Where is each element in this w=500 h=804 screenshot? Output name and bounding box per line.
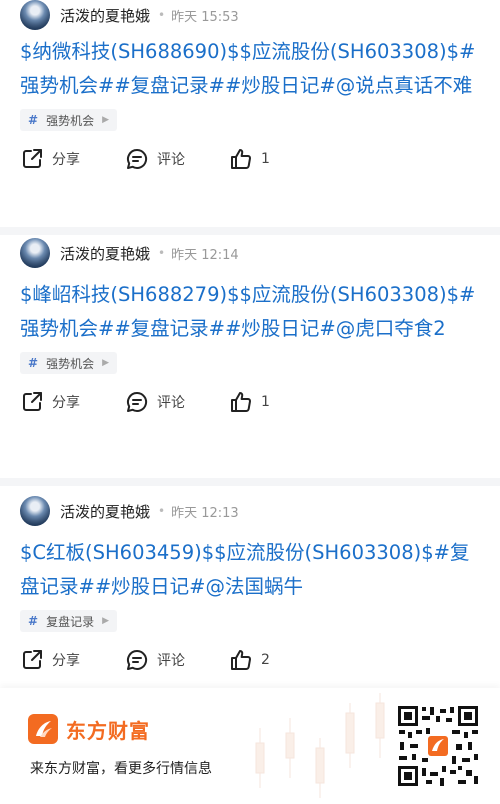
share-button[interactable]: 分享 <box>20 648 125 672</box>
comment-icon <box>127 649 148 670</box>
topic-tag[interactable]: # 复盘记录 ▶ <box>20 610 117 632</box>
candlestick-decoration <box>255 693 385 798</box>
tag-label: 强势机会 <box>46 356 95 371</box>
avatar[interactable] <box>20 496 50 526</box>
separator-dot: • <box>158 246 166 260</box>
post-actions: 分享 评论 1 <box>0 385 500 419</box>
post-actions: 分享 评论 2 <box>0 643 500 677</box>
tag-hash-icon: # <box>28 356 39 370</box>
qr-code[interactable] <box>396 704 480 788</box>
tag-arrow-icon: ▶ <box>102 358 109 368</box>
avatar[interactable] <box>20 238 50 268</box>
like-button[interactable]: 1 <box>229 390 270 414</box>
brand-logo-icon <box>28 714 58 744</box>
share-label: 分享 <box>52 653 80 669</box>
share-icon <box>23 149 42 168</box>
comment-label: 评论 <box>157 653 185 669</box>
like-icon <box>231 149 251 170</box>
like-icon <box>231 392 251 413</box>
comment-button[interactable]: 评论 <box>125 390 229 414</box>
post-content[interactable]: $纳微科技(SH688690)$$应流股份(SH603308)$#强势机会##复… <box>0 35 500 103</box>
post-header: 活泼的夏艳娥 • 昨天 12:13 <box>0 496 500 526</box>
like-count: 1 <box>261 394 270 410</box>
tag-arrow-icon: ▶ <box>102 616 109 626</box>
share-button[interactable]: 分享 <box>20 390 125 414</box>
tag-arrow-icon: ▶ <box>102 115 109 125</box>
app-promo-banner[interactable]: 东方财富 来东方财富，看更多行情信息 <box>0 688 500 804</box>
post-content[interactable]: $C红板(SH603459)$$应流股份(SH603308)$#复盘记录##炒股… <box>0 536 500 604</box>
separator-dot: • <box>158 504 166 518</box>
separator-dot: • <box>158 8 166 22</box>
tag-label: 强势机会 <box>46 113 95 128</box>
share-label: 分享 <box>52 152 80 168</box>
tag-hash-icon: # <box>28 113 39 127</box>
tag-label: 复盘记录 <box>46 614 95 629</box>
post-card[interactable]: 活泼的夏艳娥 • 昨天 15:53 $纳微科技(SH688690)$$应流股份(… <box>0 0 500 227</box>
topic-tag[interactable]: # 强势机会 ▶ <box>20 352 117 374</box>
like-count: 1 <box>261 151 270 167</box>
comment-label: 评论 <box>157 395 185 411</box>
post-card[interactable]: 活泼的夏艳娥 • 昨天 12:13 $C红板(SH603459)$$应流股份(S… <box>0 478 500 706</box>
share-icon <box>23 650 42 669</box>
comment-button[interactable]: 评论 <box>125 147 229 171</box>
comment-label: 评论 <box>157 152 185 168</box>
share-button[interactable]: 分享 <box>20 147 125 171</box>
like-button[interactable]: 2 <box>229 648 270 672</box>
post-header: 活泼的夏艳娥 • 昨天 12:14 <box>0 238 500 268</box>
post-content[interactable]: $峰岹科技(SH688279)$$应流股份(SH603308)$#强势机会##复… <box>0 278 500 346</box>
author-name[interactable]: 活泼的夏艳娥 <box>60 243 150 264</box>
post-time: 昨天 12:14 <box>171 247 239 263</box>
post-card[interactable]: 活泼的夏艳娥 • 昨天 12:14 $峰岹科技(SH688279)$$应流股份(… <box>0 227 500 478</box>
like-icon <box>231 650 251 671</box>
promo-slogan: 来东方财富，看更多行情信息 <box>30 761 212 777</box>
share-icon <box>23 392 42 411</box>
brand-name: 东方财富 <box>66 718 150 743</box>
comment-icon <box>127 148 148 169</box>
author-name[interactable]: 活泼的夏艳娥 <box>60 5 150 26</box>
like-button[interactable]: 1 <box>229 147 270 171</box>
comment-button[interactable]: 评论 <box>125 648 229 672</box>
share-label: 分享 <box>52 395 80 411</box>
like-count: 2 <box>261 652 270 668</box>
brand-logo: 东方财富 <box>28 714 150 744</box>
topic-tag[interactable]: # 强势机会 ▶ <box>20 109 117 131</box>
author-name[interactable]: 活泼的夏艳娥 <box>60 501 150 522</box>
avatar[interactable] <box>20 0 50 30</box>
post-time: 昨天 12:13 <box>171 505 239 521</box>
comment-icon <box>127 391 148 412</box>
post-header: 活泼的夏艳娥 • 昨天 15:53 <box>0 0 500 30</box>
post-actions: 分享 评论 1 <box>0 142 500 176</box>
post-time: 昨天 15:53 <box>171 9 239 25</box>
tag-hash-icon: # <box>28 614 39 628</box>
